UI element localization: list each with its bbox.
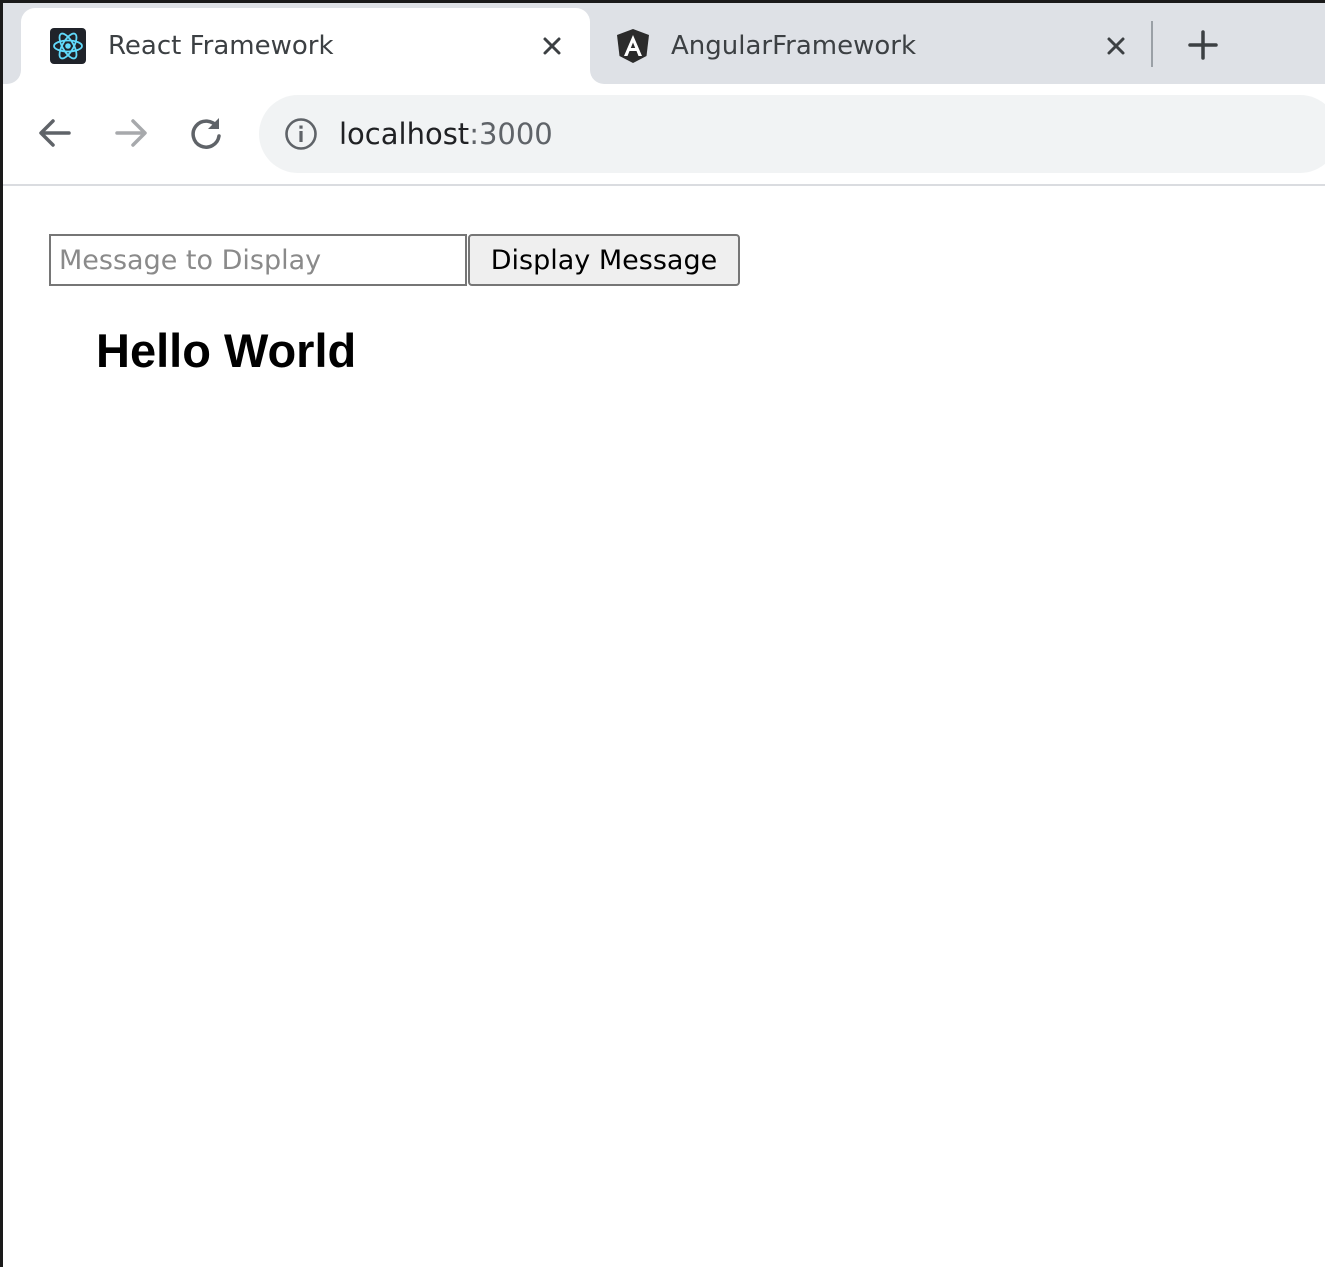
plus-icon[interactable]	[1183, 25, 1223, 65]
arrow-right-icon[interactable]	[109, 111, 153, 155]
tab-separator	[1151, 21, 1153, 67]
display-message-button[interactable]: Display Message	[468, 234, 740, 286]
reload-icon[interactable]	[184, 111, 228, 155]
browser-toolbar: localhost:3000	[3, 84, 1325, 186]
browser-window: React Framework AngularFramework localho…	[0, 0, 1325, 1267]
tab-title: AngularFramework	[671, 31, 917, 61]
tab-title: React Framework	[108, 31, 334, 61]
tab-strip: React Framework AngularFramework	[3, 3, 1325, 84]
message-heading: Hello World	[96, 324, 357, 377]
close-icon[interactable]	[1100, 30, 1132, 62]
angular-shield-icon	[615, 28, 651, 64]
react-atom-icon	[50, 28, 86, 64]
page-content: Display Message Hello World	[3, 186, 1325, 1267]
address-bar[interactable]: localhost:3000	[259, 95, 1325, 173]
message-input[interactable]	[49, 234, 467, 286]
tab-react-framework[interactable]: React Framework	[21, 8, 590, 84]
url-port: :3000	[469, 117, 553, 151]
arrow-left-icon[interactable]	[33, 111, 77, 155]
url-host: localhost	[339, 117, 470, 151]
info-circle-icon[interactable]	[283, 116, 319, 152]
tab-angular-framework[interactable]: AngularFramework	[598, 8, 1143, 84]
close-icon[interactable]	[536, 30, 568, 62]
url-text: localhost:3000	[339, 113, 553, 155]
